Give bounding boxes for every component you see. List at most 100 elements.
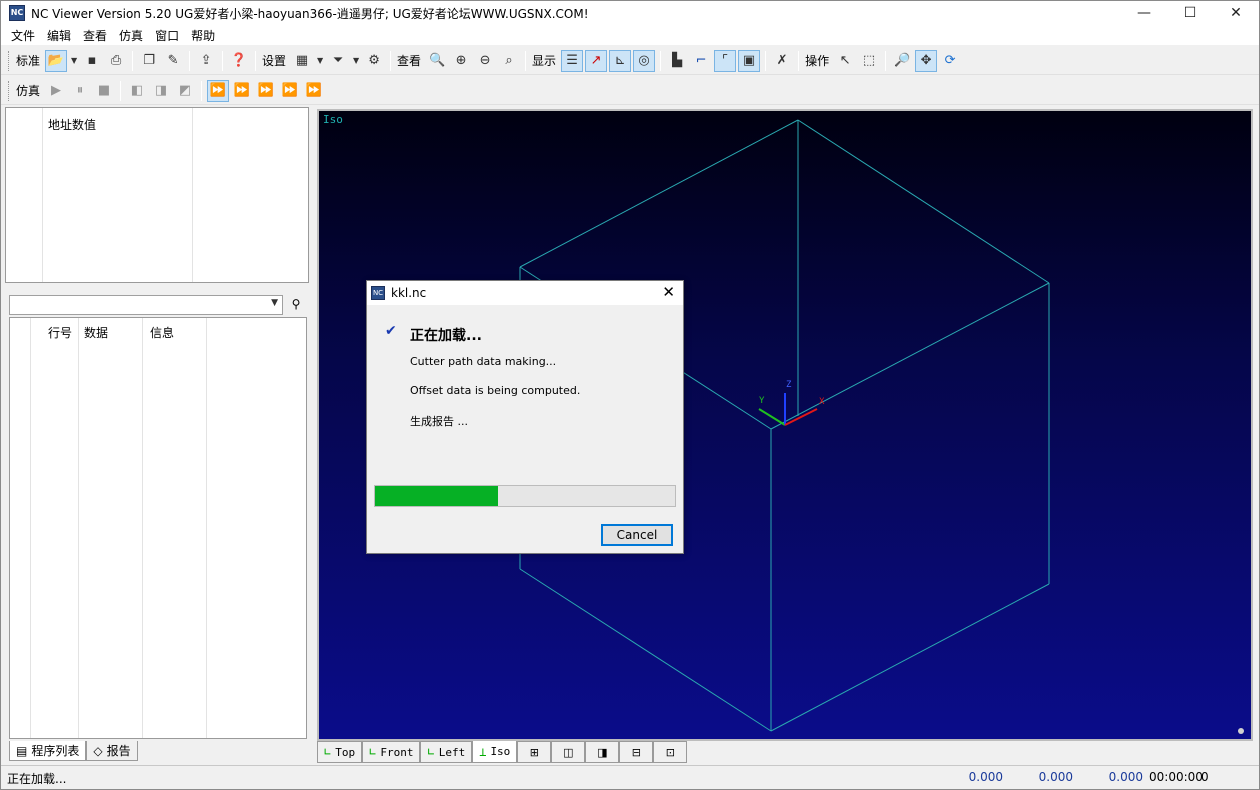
program-combo-box[interactable]: ▼ bbox=[9, 295, 283, 315]
open-dropdown-icon[interactable]: ▼ bbox=[69, 50, 79, 72]
toolbar-separator bbox=[885, 50, 887, 71]
dialog-close-icon[interactable]: ✕ bbox=[662, 283, 675, 301]
zoom-window-icon[interactable]: 🔍 bbox=[426, 50, 448, 72]
export-icon[interactable]: ⇪ bbox=[195, 50, 217, 72]
dialog-heading: 正在加载... bbox=[410, 328, 482, 344]
zoom-fit-icon[interactable]: ⌕ bbox=[498, 50, 520, 72]
grid-settings-icon[interactable]: ▦ bbox=[291, 50, 313, 72]
step-back-icon[interactable]: ◧ bbox=[126, 80, 148, 102]
options-icon[interactable]: ⚙ bbox=[363, 50, 385, 72]
tree-view-icon[interactable]: ☰ bbox=[561, 49, 584, 72]
layout-left-split-icon[interactable]: ◫ bbox=[551, 741, 586, 763]
dialog-title-bar: NC kkl.nc ✕ bbox=[367, 281, 683, 305]
select-pointer-icon[interactable]: ↖ bbox=[834, 50, 856, 72]
print-icon[interactable]: ⎙ bbox=[105, 50, 127, 72]
speed-2-icon[interactable]: ⏩ bbox=[231, 80, 253, 102]
close-button[interactable]: ✕ bbox=[1213, 1, 1259, 25]
speed-4-icon[interactable]: ⏩ bbox=[279, 80, 301, 102]
toolbar-grip[interactable] bbox=[8, 80, 11, 101]
zoom-in-icon[interactable]: ⊕ bbox=[450, 50, 472, 72]
layout-top-split-icon[interactable]: ⊟ bbox=[619, 741, 654, 763]
pan-icon[interactable]: ✥ bbox=[915, 49, 938, 72]
minimize-button[interactable]: — bbox=[1121, 1, 1167, 25]
dialog-line-report: 生成报告 ... bbox=[410, 415, 468, 428]
toolbar-grip[interactable] bbox=[8, 50, 11, 71]
zoom-out-icon[interactable]: ⊖ bbox=[474, 50, 496, 72]
column-header-data[interactable]: 数据 bbox=[84, 324, 108, 341]
corner-icon[interactable]: ⌐ bbox=[690, 50, 712, 72]
speed-1-icon[interactable]: ⏩ bbox=[207, 79, 230, 102]
dialog-line-cutter-path: Cutter path data making... bbox=[410, 355, 557, 368]
tab-program-list[interactable]: ▤ 程序列表 bbox=[9, 741, 87, 761]
clear-display-icon[interactable]: ✗ bbox=[771, 50, 793, 72]
step-icon[interactable]: ◨ bbox=[150, 80, 172, 102]
save-icon[interactable]: ▪ bbox=[81, 50, 103, 72]
tab-report[interactable]: ◇ 报告 bbox=[86, 741, 138, 761]
tab-view-iso[interactable]: ⊥ Iso bbox=[472, 741, 518, 763]
tab-view-left[interactable]: ∟ Left bbox=[420, 741, 473, 763]
play-icon[interactable]: ▶ bbox=[45, 80, 67, 102]
maximize-button[interactable]: ☐ bbox=[1167, 1, 1213, 25]
view-origin-marker bbox=[1238, 728, 1244, 734]
operate-toolbar-label: 操作 bbox=[805, 54, 830, 68]
capture-icon[interactable]: ◎ bbox=[633, 49, 656, 72]
column-header-info[interactable]: 信息 bbox=[150, 324, 174, 341]
nc-app-icon: NC bbox=[371, 286, 385, 300]
path-arrow-icon[interactable]: ↗ bbox=[585, 49, 608, 72]
speed-3-icon[interactable]: ⏩ bbox=[255, 80, 277, 102]
menu-help[interactable]: 帮助 bbox=[187, 27, 223, 44]
menu-file[interactable]: 文件 bbox=[7, 27, 43, 44]
menu-window[interactable]: 窗口 bbox=[151, 27, 187, 44]
find-binoculars-icon[interactable]: ⚲ bbox=[286, 294, 306, 314]
cancel-button[interactable]: Cancel bbox=[601, 524, 673, 546]
stock-icon[interactable]: ▙ bbox=[666, 50, 688, 72]
step-forward-icon[interactable]: ◩ bbox=[174, 80, 196, 102]
status-time: 00:00:00 bbox=[1149, 770, 1203, 784]
status-bar: 正在加载... 0.000 0.000 0.000 00:00:00 0 bbox=[1, 765, 1259, 789]
box-select-icon[interactable]: ⬚ bbox=[858, 50, 880, 72]
program-list-table[interactable]: 行号 数据 信息 bbox=[9, 317, 307, 739]
simulation-toolbar: 仿真 ▶ ⏸ ■ ◧ ◨ ◩ ⏩ ⏩ ⏩ ⏩ ⏩ bbox=[1, 77, 1259, 105]
checkmark-icon: ✔ bbox=[385, 323, 397, 339]
layout-right-split-icon[interactable]: ◨ bbox=[585, 741, 620, 763]
tab-view-top[interactable]: ∟ Top bbox=[317, 741, 363, 763]
tab-report-label: 报告 bbox=[106, 744, 131, 758]
filter-dropdown-icon[interactable]: ▼ bbox=[351, 50, 361, 72]
axis-y-label: Y bbox=[759, 396, 765, 406]
grid-dropdown-icon[interactable]: ▼ bbox=[315, 50, 325, 72]
menu-bar: 文件 编辑 查看 仿真 窗口 帮助 bbox=[1, 25, 1259, 45]
axis-z-label: Z bbox=[786, 380, 792, 390]
axis-icon: ⊥ bbox=[479, 744, 487, 759]
speed-5-icon[interactable]: ⏩ bbox=[303, 80, 325, 102]
axis-icon: ∟ bbox=[324, 745, 332, 759]
edit-icon[interactable]: ✎ bbox=[162, 50, 184, 72]
rotate-icon[interactable]: ⟳ bbox=[939, 50, 961, 72]
help-icon[interactable]: ❓ bbox=[228, 50, 250, 72]
window-title: NC Viewer Version 5.20 UG爱好者小梁-haoyuan36… bbox=[31, 6, 589, 21]
uv-axis-icon[interactable]: ⊾ bbox=[609, 49, 632, 72]
open-folder-icon[interactable]: 📂 bbox=[45, 49, 68, 72]
dialog-line-offset: Offset data is being computed. bbox=[410, 384, 581, 397]
chevron-down-icon[interactable]: ▼ bbox=[271, 298, 278, 308]
window-controls: — ☐ ✕ bbox=[1121, 1, 1259, 25]
layout-quad-icon[interactable]: ⊞ bbox=[517, 741, 552, 763]
stop-icon[interactable]: ■ bbox=[93, 80, 115, 102]
tab-view-front[interactable]: ∟ Front bbox=[362, 741, 421, 763]
copy-icon[interactable]: ❐ bbox=[138, 50, 160, 72]
filter-icon[interactable]: ⏷ bbox=[327, 50, 349, 72]
layout-bottom-split-icon[interactable]: ⊡ bbox=[653, 741, 688, 763]
display-toolbar-label: 显示 bbox=[532, 54, 557, 68]
menu-edit[interactable]: 编辑 bbox=[43, 27, 79, 44]
frame-icon[interactable]: ▣ bbox=[738, 49, 761, 72]
main-toolbar: 标准 📂 ▼ ▪ ⎙ ❐ ✎ ⇪ ❓ 设置 ▦ ▼ ⏷ ▼ ⚙ 查看 🔍 ⊕ ⊖… bbox=[1, 47, 1259, 75]
report-icon: ◇ bbox=[93, 743, 103, 758]
menu-view[interactable]: 查看 bbox=[79, 27, 115, 44]
status-y-value: 0.000 bbox=[1038, 770, 1073, 784]
zoom-dynamic-icon[interactable]: 🔎 bbox=[891, 50, 913, 72]
column-divider bbox=[42, 108, 43, 282]
pause-icon[interactable]: ⏸ bbox=[69, 80, 91, 102]
contour-icon[interactable]: ⌜ bbox=[714, 49, 737, 72]
column-header-line-no[interactable]: 行号 bbox=[48, 324, 72, 341]
menu-simulate[interactable]: 仿真 bbox=[115, 27, 151, 44]
status-x-value: 0.000 bbox=[968, 770, 1003, 784]
